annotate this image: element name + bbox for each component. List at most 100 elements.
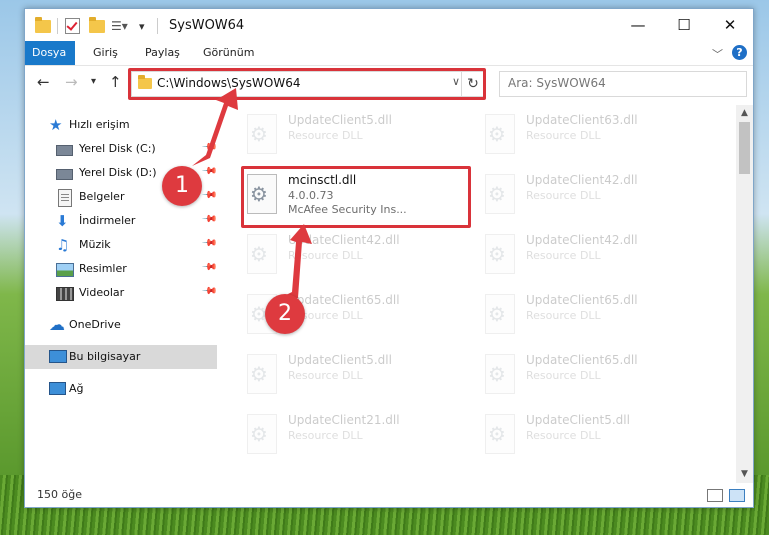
dll-file-icon: ⚙ <box>244 114 280 154</box>
sidebar-item-pictures[interactable]: Resimler 📌 <box>25 257 218 281</box>
dll-file-icon: ⚙ <box>482 234 518 274</box>
star-icon <box>49 117 65 133</box>
dll-file-icon: ⚙ <box>482 114 518 154</box>
sidebar-item-label: Yerel Disk (D:) <box>79 166 157 179</box>
scroll-down-arrow-icon[interactable]: ▼ <box>736 466 753 483</box>
pin-icon[interactable]: 📌 <box>201 163 218 180</box>
download-icon <box>56 213 72 229</box>
sidebar-item-label: Müzik <box>79 238 111 251</box>
sidebar-item-label: Ağ <box>69 382 84 395</box>
list-item[interactable]: ⚙ UpdateClient42.dll Resource DLL <box>478 227 708 281</box>
list-item[interactable]: ⚙ UpdateClient5.dll Resource DLL <box>240 347 470 401</box>
help-icon[interactable]: ? <box>732 45 747 60</box>
file-description: Resource DLL <box>526 129 601 142</box>
sidebar-item-network[interactable]: Ağ <box>25 377 217 401</box>
pin-icon[interactable]: 📌 <box>201 139 218 156</box>
recent-locations-icon[interactable]: ▾ <box>91 76 96 87</box>
sidebar-item-label: Belgeler <box>79 190 125 203</box>
dll-file-icon: ⚙ <box>244 354 280 394</box>
forward-arrow-icon[interactable]: → <box>65 73 78 91</box>
back-arrow-icon[interactable]: ← <box>37 73 50 91</box>
navigation-pane: Hızlı erişim Yerel Disk (C:) 📌 Yerel Dis… <box>25 105 218 485</box>
window-title: SysWOW64 <box>169 18 245 33</box>
pin-icon[interactable]: 📌 <box>201 259 218 276</box>
sidebar-item-videos[interactable]: Videolar 📌 <box>25 281 218 305</box>
sidebar-item-onedrive[interactable]: OneDrive <box>25 313 217 337</box>
customize-toolbar-icon[interactable]: ▾ <box>139 17 145 35</box>
pin-icon[interactable]: 📌 <box>201 187 218 204</box>
list-item[interactable]: ⚙ UpdateClient42.dll Resource DLL <box>240 227 470 281</box>
file-description: Resource DLL <box>526 309 601 322</box>
file-description: Resource DLL <box>288 129 363 142</box>
up-arrow-icon[interactable]: ↑ <box>109 73 122 91</box>
sidebar-item-label: Videolar <box>79 286 125 299</box>
separator <box>57 18 58 34</box>
tab-home[interactable]: Giriş <box>83 41 128 65</box>
list-item[interactable]: ⚙ UpdateClient65.dll Resource DLL <box>478 347 708 401</box>
file-description: Resource DLL <box>526 429 601 442</box>
file-description: Resource DLL <box>288 369 363 382</box>
tab-file[interactable]: Dosya <box>25 41 75 65</box>
sidebar-item-music[interactable]: Müzik 📌 <box>25 233 218 257</box>
search-input[interactable]: Ara: SysWOW64 <box>499 71 747 97</box>
file-name: UpdateClient21.dll <box>288 413 400 427</box>
tab-view[interactable]: Görünüm <box>193 41 264 65</box>
dll-file-icon: ⚙ <box>482 174 518 214</box>
sidebar-item-downloads[interactable]: İndirmeler 📌 <box>25 209 218 233</box>
properties-icon[interactable] <box>65 17 80 35</box>
status-bar: 150 öğe <box>25 483 753 507</box>
minimize-button[interactable]: — <box>615 9 661 41</box>
sidebar-item-label: Resimler <box>79 262 127 275</box>
sidebar-item-quick-access[interactable]: Hızlı erişim <box>25 113 217 137</box>
scroll-up-arrow-icon[interactable]: ▲ <box>736 105 753 122</box>
list-item[interactable]: ⚙ UpdateClient21.dll Resource DLL <box>240 407 470 461</box>
dll-file-icon: ⚙ <box>482 294 518 334</box>
new-folder-icon[interactable] <box>89 16 105 35</box>
cloud-icon <box>49 317 65 333</box>
drive-icon <box>56 169 73 180</box>
network-icon <box>49 382 66 395</box>
music-icon <box>56 237 72 253</box>
pin-icon[interactable]: 📌 <box>201 235 218 252</box>
sidebar-item-this-pc[interactable]: Bu bilgisayar <box>25 345 217 369</box>
step-1-badge: 1 <box>162 166 202 206</box>
tiles-view-icon[interactable] <box>729 489 745 502</box>
pin-icon[interactable]: 📌 <box>201 283 218 300</box>
file-description: Resource DLL <box>288 249 363 262</box>
item-count: 150 öğe <box>37 488 82 501</box>
maximize-button[interactable]: ☐ <box>661 9 707 41</box>
ribbon-tabs: Dosya Giriş Paylaş Görünüm ﹀ ? <box>25 41 753 66</box>
pin-icon[interactable]: 📌 <box>201 211 218 228</box>
details-view-icon[interactable] <box>707 489 723 502</box>
list-item[interactable]: ⚙ UpdateClient63.dll Resource DLL <box>478 107 708 161</box>
file-description: Resource DLL <box>526 189 601 202</box>
vertical-scrollbar[interactable]: ▲ ▼ <box>736 105 753 483</box>
sidebar-item-label: OneDrive <box>69 318 121 331</box>
list-item[interactable]: ⚙ UpdateClient42.dll Resource DLL <box>478 167 708 221</box>
list-item[interactable]: ⚙ UpdateClient5.dll Resource DLL <box>478 407 708 461</box>
list-item[interactable]: ⚙ UpdateClient5.dll Resource DLL <box>240 107 470 161</box>
dll-file-icon: ⚙ <box>482 354 518 394</box>
file-description: Resource DLL <box>526 369 601 382</box>
tab-share[interactable]: Paylaş <box>135 41 190 65</box>
sidebar-item-local-disk-c[interactable]: Yerel Disk (C:) 📌 <box>25 137 218 161</box>
close-button[interactable]: ✕ <box>707 9 753 41</box>
dll-file-icon: ⚙ <box>244 414 280 454</box>
file-name: UpdateClient5.dll <box>288 113 392 127</box>
folder-icon <box>35 16 51 35</box>
address-bar-highlight <box>128 68 486 100</box>
quick-access-menu-icon[interactable]: ☰▾ <box>111 17 128 35</box>
scroll-thumb[interactable] <box>739 122 750 174</box>
search-placeholder: Ara: SysWOW64 <box>508 76 606 90</box>
file-name: UpdateClient5.dll <box>526 413 630 427</box>
file-name: UpdateClient65.dll <box>526 293 638 307</box>
title-bar: ☰▾ ▾ SysWOW64 — ☐ ✕ <box>25 9 753 41</box>
step-2-badge: 2 <box>265 294 305 334</box>
file-name: UpdateClient42.dll <box>288 233 400 247</box>
file-description: Resource DLL <box>526 249 601 262</box>
dll-file-icon: ⚙ <box>482 414 518 454</box>
file-highlight <box>241 166 471 228</box>
list-item[interactable]: ⚙ UpdateClient65.dll Resource DLL <box>478 287 708 341</box>
chevron-down-icon[interactable]: ﹀ <box>712 46 723 62</box>
file-name: UpdateClient63.dll <box>526 113 638 127</box>
